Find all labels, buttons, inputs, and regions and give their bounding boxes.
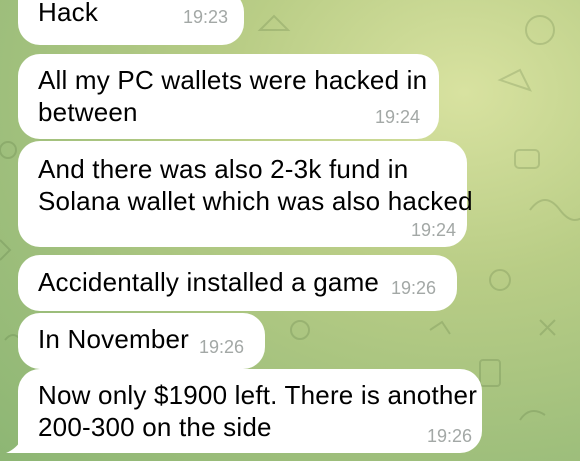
- message-time: 19:26: [199, 337, 245, 357]
- message-text: Hack: [38, 0, 99, 27]
- message-text: All my PC wallets were hacked in between: [38, 65, 428, 127]
- message-time: 19:24: [375, 107, 421, 127]
- message-bubble[interactable]: Hack 19:23: [18, 0, 244, 45]
- message-time: 19:26: [427, 426, 473, 446]
- message-bubble[interactable]: All my PC wallets were hacked in between …: [18, 54, 439, 139]
- message-bubble[interactable]: Now only $1900 left. There is another 200…: [18, 369, 482, 453]
- message-bubble[interactable]: And there was also 2-3k fund in Solana wa…: [18, 141, 473, 247]
- message-text: Now only $1900 left. There is another 200…: [38, 380, 478, 442]
- message-bubble[interactable]: In November 19:26: [18, 313, 265, 369]
- chat-background: Hack 19:23 All my PC wallets were hacked…: [0, 0, 580, 461]
- bubble-tail-icon: [6, 439, 22, 453]
- message-time: 19:26: [391, 278, 437, 298]
- message-text: In November: [38, 324, 190, 354]
- message-bubble[interactable]: Accidentally installed a game 19:26: [18, 255, 457, 311]
- message-text: And there was also 2-3k fund in Solana wa…: [38, 154, 473, 216]
- message-time: 19:24: [411, 220, 457, 240]
- message-time: 19:23: [183, 7, 229, 27]
- message-text: Accidentally installed a game: [38, 267, 380, 297]
